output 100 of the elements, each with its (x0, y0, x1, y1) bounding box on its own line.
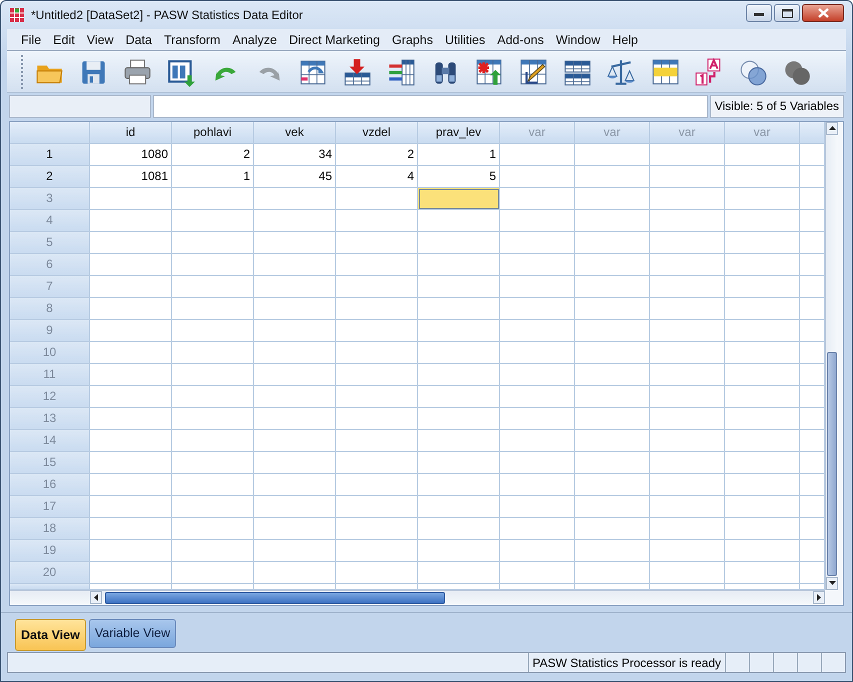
table-cell[interactable] (172, 408, 254, 430)
table-cell[interactable] (725, 320, 800, 342)
table-cell[interactable]: 2 (172, 144, 254, 166)
table-cell[interactable] (500, 430, 575, 452)
column-header[interactable]: vzdel (336, 122, 418, 144)
table-cell[interactable] (254, 452, 336, 474)
table-cell[interactable] (575, 232, 650, 254)
table-cell[interactable] (172, 254, 254, 276)
row-header[interactable]: 2 (10, 166, 90, 188)
table-cell[interactable] (336, 320, 418, 342)
table-cell[interactable] (90, 540, 172, 562)
table-cell[interactable] (500, 342, 575, 364)
table-cell[interactable] (725, 232, 800, 254)
menu-item[interactable]: Edit (47, 30, 81, 49)
table-cell[interactable]: 4 (336, 166, 418, 188)
table-cell[interactable] (336, 474, 418, 496)
table-cell[interactable] (500, 276, 575, 298)
table-cell[interactable] (254, 320, 336, 342)
table-cell[interactable] (650, 210, 725, 232)
table-cell[interactable] (650, 232, 725, 254)
table-cell[interactable] (418, 210, 500, 232)
maximize-button[interactable] (774, 4, 800, 22)
table-cell[interactable] (90, 386, 172, 408)
table-cell[interactable] (725, 298, 800, 320)
menu-item[interactable]: Data (120, 30, 158, 49)
table-cell[interactable] (418, 408, 500, 430)
table-cell[interactable] (254, 254, 336, 276)
table-cell[interactable] (254, 276, 336, 298)
table-cell[interactable] (336, 496, 418, 518)
table-cell[interactable] (90, 474, 172, 496)
table-cell[interactable] (90, 276, 172, 298)
table-cell[interactable] (650, 386, 725, 408)
table-cell[interactable] (172, 298, 254, 320)
table-cell[interactable] (500, 452, 575, 474)
table-cell[interactable] (172, 342, 254, 364)
table-cell[interactable] (90, 562, 172, 584)
scroll-right-icon[interactable] (817, 594, 821, 602)
table-cell[interactable] (90, 518, 172, 540)
table-cell[interactable] (650, 430, 725, 452)
menu-item[interactable]: View (80, 30, 120, 49)
table-cell[interactable] (172, 276, 254, 298)
menu-item[interactable]: Help (606, 30, 644, 49)
table-cell[interactable]: 1 (172, 166, 254, 188)
table-cell[interactable] (650, 518, 725, 540)
table-cell[interactable] (575, 386, 650, 408)
table-cell[interactable] (725, 408, 800, 430)
table-cell[interactable] (90, 342, 172, 364)
table-cell[interactable] (90, 496, 172, 518)
table-cell[interactable] (336, 342, 418, 364)
table-cell[interactable] (254, 210, 336, 232)
table-cell[interactable] (254, 496, 336, 518)
table-cell[interactable] (500, 188, 575, 210)
table-cell[interactable] (418, 540, 500, 562)
table-cell[interactable] (254, 298, 336, 320)
table-cell[interactable]: 34 (254, 144, 336, 166)
table-cell[interactable] (650, 562, 725, 584)
table-cell[interactable] (575, 210, 650, 232)
table-cell[interactable] (90, 452, 172, 474)
table-cell[interactable] (172, 364, 254, 386)
table-cell[interactable] (500, 210, 575, 232)
table-cell[interactable] (254, 364, 336, 386)
table-cell[interactable] (418, 518, 500, 540)
table-cell[interactable] (90, 232, 172, 254)
table-cell[interactable] (725, 562, 800, 584)
table-cell[interactable] (336, 408, 418, 430)
table-cell[interactable] (575, 408, 650, 430)
printer-icon[interactable] (122, 56, 152, 87)
menu-item[interactable]: Add-ons (491, 30, 550, 49)
table-cell[interactable] (500, 232, 575, 254)
horizontal-scrollbar[interactable] (10, 590, 825, 605)
table-cell[interactable] (500, 166, 575, 188)
table-cell[interactable] (336, 276, 418, 298)
table-cell[interactable] (500, 254, 575, 276)
vertical-scrollbar[interactable] (825, 122, 838, 590)
table-cell[interactable] (254, 430, 336, 452)
table-cell[interactable] (172, 452, 254, 474)
table-cell[interactable] (500, 298, 575, 320)
menu-item[interactable]: Utilities (438, 30, 492, 49)
menu-item[interactable]: Analyze (226, 30, 283, 49)
table-cell[interactable] (650, 408, 725, 430)
table-cell[interactable] (500, 474, 575, 496)
table-cell[interactable] (90, 298, 172, 320)
table-cell[interactable] (90, 430, 172, 452)
table-cell[interactable] (575, 562, 650, 584)
menu-item[interactable]: Graphs (386, 30, 439, 49)
scroll-up-icon[interactable] (828, 126, 836, 130)
table-cell[interactable] (650, 166, 725, 188)
table-cell[interactable] (650, 342, 725, 364)
table-cell[interactable] (575, 298, 650, 320)
table-cell[interactable] (336, 210, 418, 232)
table-pencil-icon[interactable] (518, 56, 548, 87)
table-cell[interactable] (172, 540, 254, 562)
table-cell[interactable] (418, 320, 500, 342)
table-cell[interactable] (418, 452, 500, 474)
table-cell[interactable] (90, 254, 172, 276)
table-cell[interactable] (725, 452, 800, 474)
table-cell[interactable] (575, 364, 650, 386)
table-cell[interactable] (725, 254, 800, 276)
table-cell[interactable] (650, 540, 725, 562)
table-cell[interactable] (90, 188, 172, 210)
